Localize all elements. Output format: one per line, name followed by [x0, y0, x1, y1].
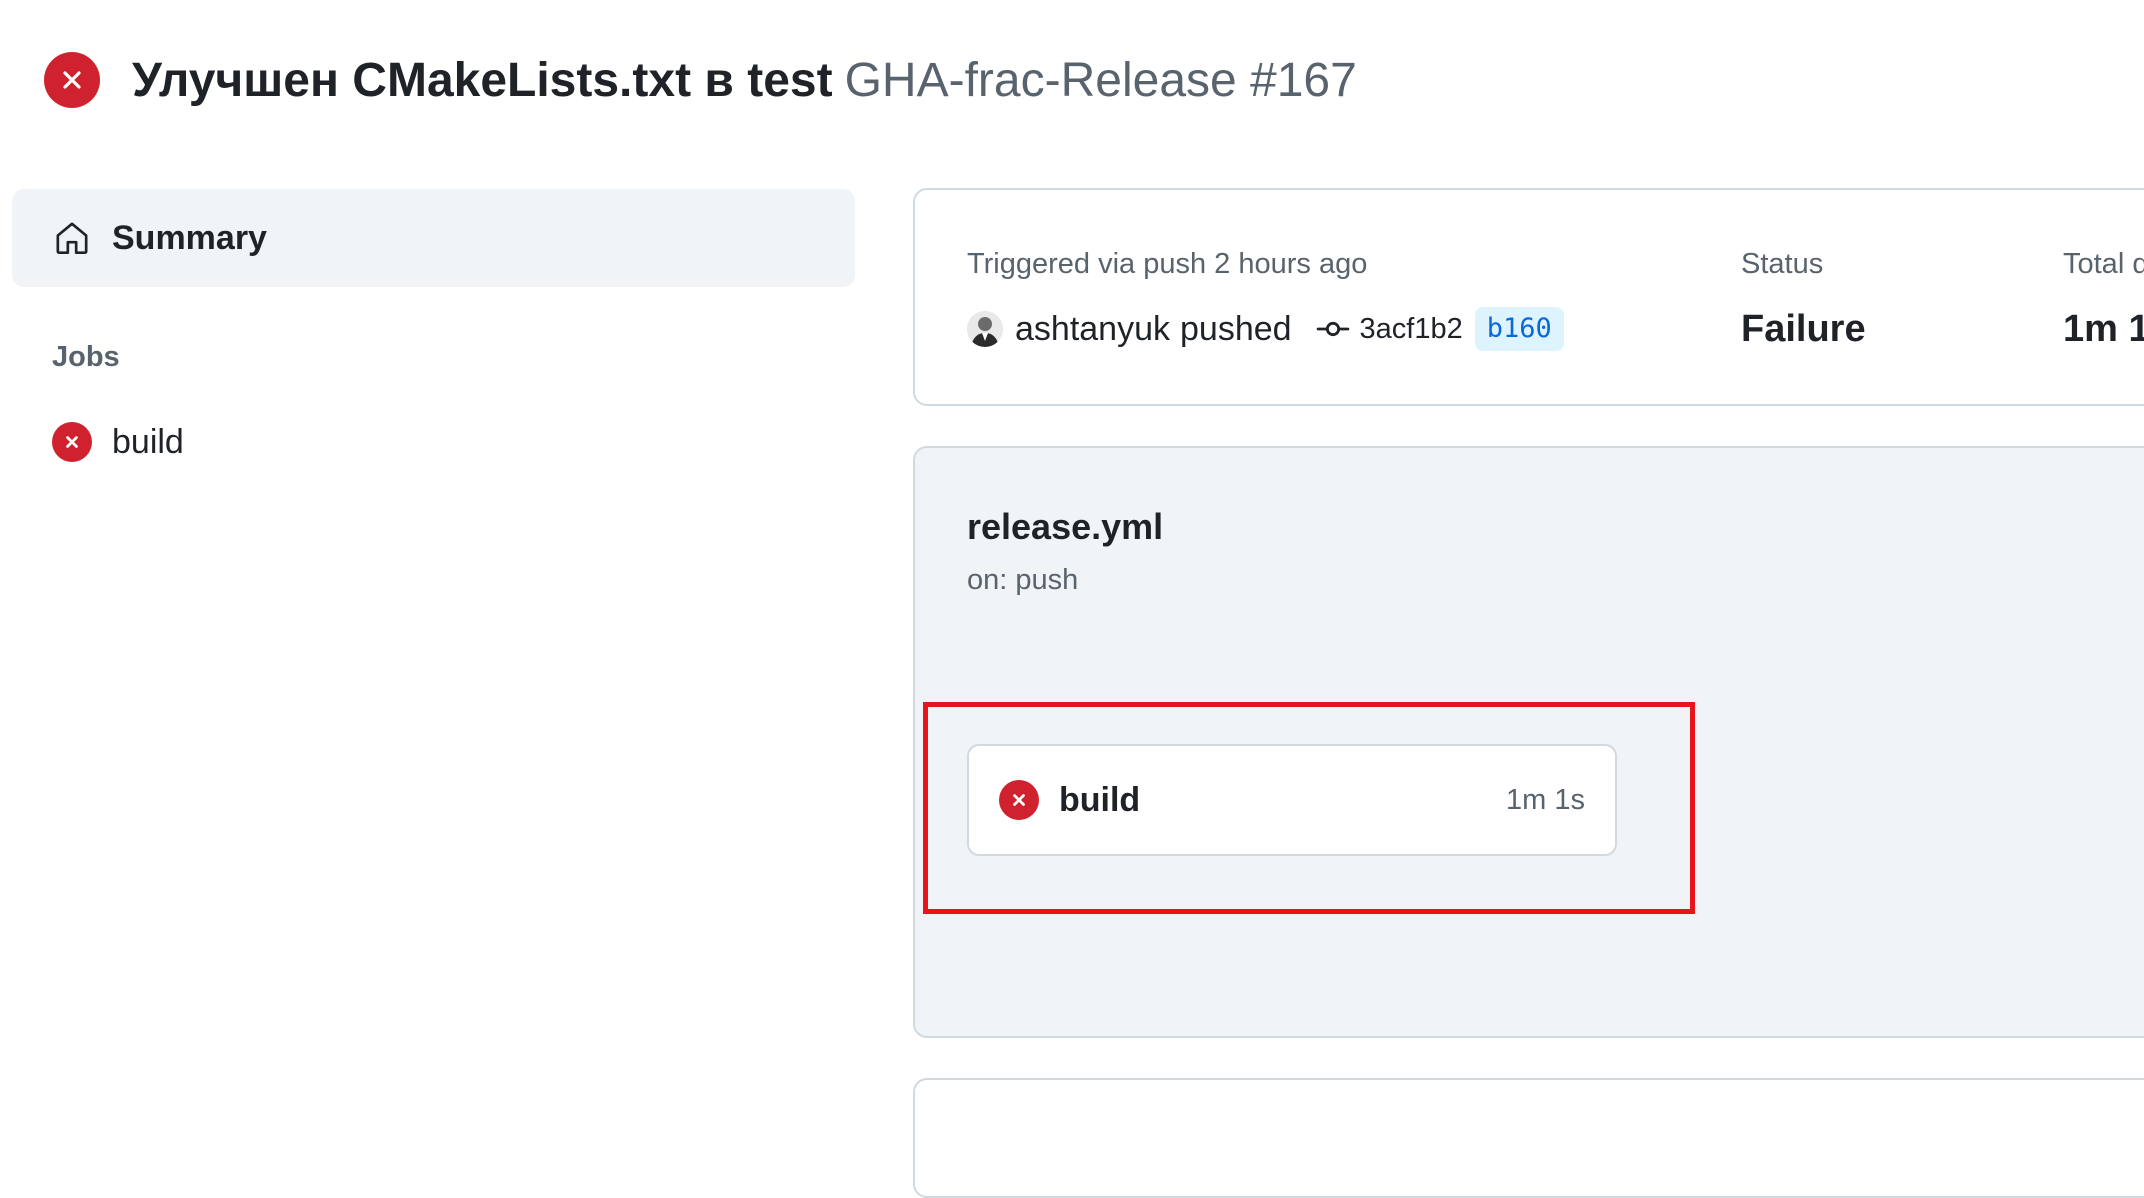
sidebar-item-job-build[interactable]: build	[12, 412, 855, 472]
sidebar-item-label: build	[112, 422, 184, 461]
jobs-heading: Jobs	[52, 341, 120, 373]
sidebar-item-summary[interactable]: Summary	[12, 189, 855, 287]
git-commit-icon	[1316, 312, 1350, 346]
run-header: Улучшен CMakeLists.txt в test GHA-frac-R…	[44, 50, 1357, 110]
branch-badge[interactable]: b160	[1474, 307, 1564, 351]
actor-link[interactable]: ashtanyuk	[1015, 310, 1170, 349]
job-node-build[interactable]: build 1m 1s	[967, 744, 1617, 856]
status-value: Failure	[1741, 308, 1866, 350]
home-icon	[52, 218, 92, 258]
workflow-graph: release.yml on: push build 1m 1s	[913, 446, 2144, 1038]
sidebar: Summary Jobs build	[12, 189, 855, 472]
avatar[interactable]	[967, 311, 1003, 347]
commit-sha-link[interactable]: 3acf1b2	[1360, 313, 1463, 346]
push-action-text: pushed	[1180, 309, 1292, 348]
x-circle-fill-icon	[999, 780, 1039, 820]
job-node-name: build	[1059, 780, 1141, 819]
page-title: Улучшен CMakeLists.txt в test	[132, 53, 833, 107]
duration-value: 1m 1	[2063, 308, 2144, 350]
x-circle-fill-icon	[52, 422, 92, 462]
next-section-card	[913, 1078, 2144, 1198]
x-circle-fill-icon	[44, 52, 100, 108]
push-details: ashtanyuk pushed 3acf1b2 b160	[967, 304, 1564, 354]
run-info-card: Triggered via push 2 hours ago ashtanyuk…	[913, 188, 2144, 406]
workflow-run-name[interactable]: GHA-frac-Release #167	[845, 53, 1357, 108]
job-node-duration: 1m 1s	[1506, 783, 1585, 816]
status-label: Status	[1741, 248, 1824, 280]
sidebar-item-label: Summary	[112, 218, 267, 257]
triggered-text: Triggered via push 2 hours ago	[967, 248, 1368, 280]
workflow-trigger: on: push	[967, 564, 1079, 596]
workflow-file-name: release.yml	[967, 506, 1164, 547]
duration-label: Total d	[2063, 248, 2144, 280]
